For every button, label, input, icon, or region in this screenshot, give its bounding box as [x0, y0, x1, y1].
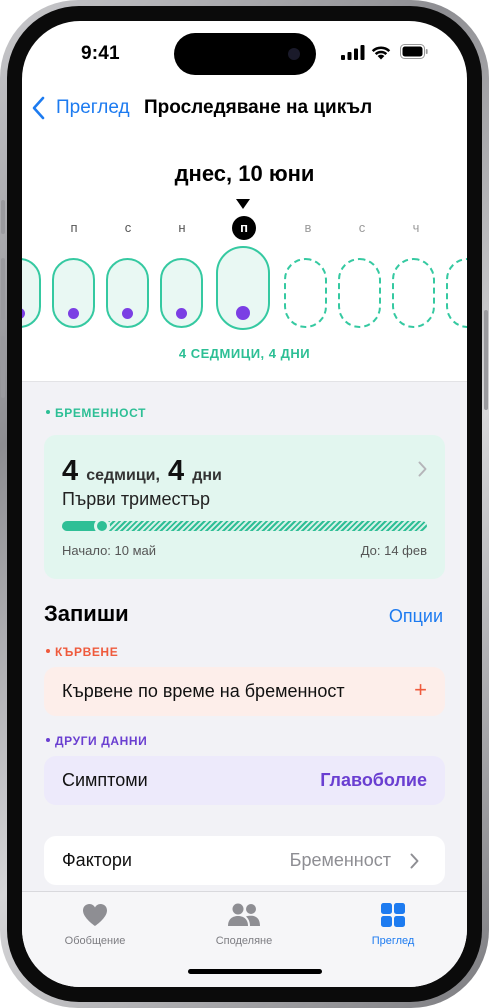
cycle-day-today[interactable]	[216, 246, 270, 330]
weekday-label: н	[178, 220, 186, 235]
options-button[interactable]: Опции	[389, 606, 443, 627]
weekday-label: с	[358, 220, 366, 235]
weeks-counter: 4 СЕДМИЦИ, 4 ДНИ	[178, 346, 311, 361]
log-title: Запиши	[44, 601, 129, 626]
status-bar: 9:41	[22, 21, 467, 81]
weekday-label: в	[304, 220, 312, 235]
cellular-signal-icon	[341, 45, 365, 60]
section-label-pregnancy: БРЕМЕННОСТ	[46, 406, 146, 420]
pregnancy-duration: 4 седмици, 4 дни	[62, 455, 222, 488]
cycle-day-future[interactable]	[284, 258, 327, 328]
tab-summary[interactable]: Обобщение	[35, 902, 155, 947]
dynamic-island	[174, 33, 316, 75]
trimester-label: Първи триместър	[62, 489, 211, 509]
pregnancy-progress-bar	[62, 518, 427, 534]
screen: 9:41 Преглед Проследяване на цикъл днес,…	[22, 21, 467, 987]
weekday-today-label[interactable]: п	[232, 216, 256, 240]
weekday-label: п	[70, 220, 78, 235]
chevron-right-icon	[410, 853, 419, 869]
action-button	[1, 200, 5, 234]
tab-summary-label: Обобщение	[64, 935, 126, 947]
status-time: 9:41	[81, 43, 120, 64]
section-label-other-data: ДРУГИ ДАННИ	[46, 734, 147, 748]
cycle-day[interactable]	[22, 258, 41, 328]
add-bleeding-button[interactable]: +	[414, 677, 427, 703]
tab-sharing[interactable]: Споделяне	[184, 902, 304, 947]
bullet-icon	[46, 409, 50, 414]
heart-icon	[83, 904, 107, 926]
cycle-day[interactable]	[160, 258, 203, 328]
factors-label: Фактори	[62, 850, 132, 870]
section-label-bleeding: КЪРВЕНЕ	[46, 645, 118, 659]
grid-icon	[381, 903, 405, 927]
wifi-icon	[371, 46, 391, 60]
period-dot-icon	[68, 308, 79, 319]
period-dot-icon	[122, 308, 133, 319]
camera-icon	[288, 48, 300, 60]
battery-icon	[400, 44, 428, 59]
chevron-left-icon[interactable]	[32, 96, 46, 120]
today-pointer-icon	[236, 199, 250, 209]
home-indicator	[188, 969, 322, 974]
tab-sharing-label: Споделяне	[215, 935, 273, 947]
cycle-day-future[interactable]	[338, 258, 381, 328]
symptoms-value: Главоболие	[320, 770, 427, 790]
weekday-label: ч	[412, 220, 420, 235]
days-unit: дни	[192, 467, 222, 484]
section-label-text: ДРУГИ ДАННИ	[55, 734, 148, 748]
cycle-day[interactable]	[52, 258, 95, 328]
period-dot-icon	[176, 308, 187, 319]
factors-row[interactable]: Фактори Бременност	[44, 836, 445, 885]
power-button	[484, 310, 488, 410]
due-date: До: 14 фев	[360, 543, 427, 558]
bullet-icon	[46, 648, 50, 653]
period-dot-icon	[236, 306, 250, 320]
volume-up-button	[1, 258, 5, 320]
back-button[interactable]: Преглед	[56, 97, 130, 119]
page-title: Проследяване на цикъл	[144, 97, 373, 118]
weeks-unit: седмици,	[86, 467, 160, 484]
tab-browse-label: Преглед	[371, 935, 415, 947]
bleeding-label: Кървене по време на бременност	[62, 681, 345, 701]
cycle-day-future[interactable]	[392, 258, 435, 328]
start-date: Начало: 10 май	[62, 543, 157, 558]
period-dot-icon	[22, 308, 25, 319]
date-title: днес, 10 юни	[174, 161, 315, 186]
weeks-value: 4	[62, 455, 79, 487]
bleeding-row[interactable]: Кървене по време на бременност +	[44, 667, 445, 716]
progress-knob	[94, 518, 111, 534]
section-label-text: КЪРВЕНЕ	[55, 645, 119, 659]
volume-down-button	[1, 336, 5, 398]
people-icon	[228, 903, 260, 926]
pregnancy-card[interactable]: 4 седмици, 4 дни Първи триместър Начало:…	[44, 435, 445, 579]
symptoms-label: Симптоми	[62, 770, 148, 790]
navigation-bar: Преглед Проследяване на цикъл	[22, 89, 467, 129]
bullet-icon	[46, 737, 50, 742]
weekday-label: с	[124, 220, 132, 235]
cycle-day[interactable]	[106, 258, 149, 328]
cycle-day-future[interactable]	[446, 258, 467, 328]
section-label-text: БРЕМЕННОСТ	[55, 406, 146, 420]
days-value: 4	[168, 455, 185, 487]
chevron-right-icon	[418, 461, 427, 477]
factors-value: Бременност	[289, 850, 391, 870]
symptoms-row[interactable]: Симптоми Главоболие	[44, 756, 445, 805]
tab-browse[interactable]: Преглед	[333, 902, 453, 947]
